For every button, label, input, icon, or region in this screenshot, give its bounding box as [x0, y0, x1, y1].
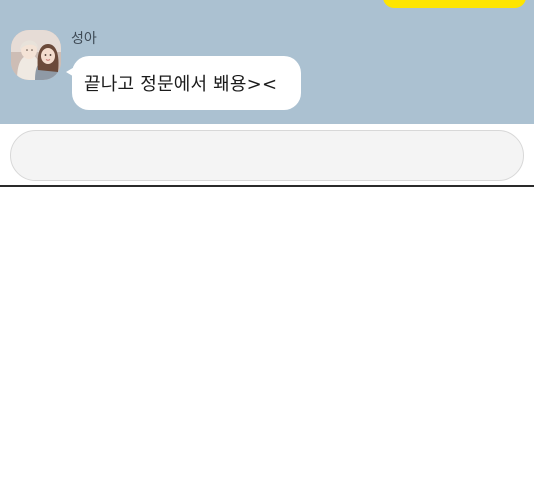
sender-name: 성아 [71, 31, 97, 47]
chat-screen: 성아 끝나고 정문에서 봬용>< [0, 0, 534, 480]
empty-area [0, 187, 534, 480]
received-message-bubble[interactable]: 끝나고 정문에서 봬용>< [66, 56, 301, 110]
chat-message-area[interactable]: 성아 끝나고 정문에서 봬용>< [0, 0, 534, 124]
sent-message-bubble[interactable] [383, 0, 526, 8]
message-input-bar [0, 124, 534, 187]
message-input[interactable] [10, 130, 524, 181]
received-message-text: 끝나고 정문에서 봬용>< [84, 74, 278, 95]
avatar-image [11, 30, 61, 80]
sender-avatar[interactable] [11, 30, 61, 80]
